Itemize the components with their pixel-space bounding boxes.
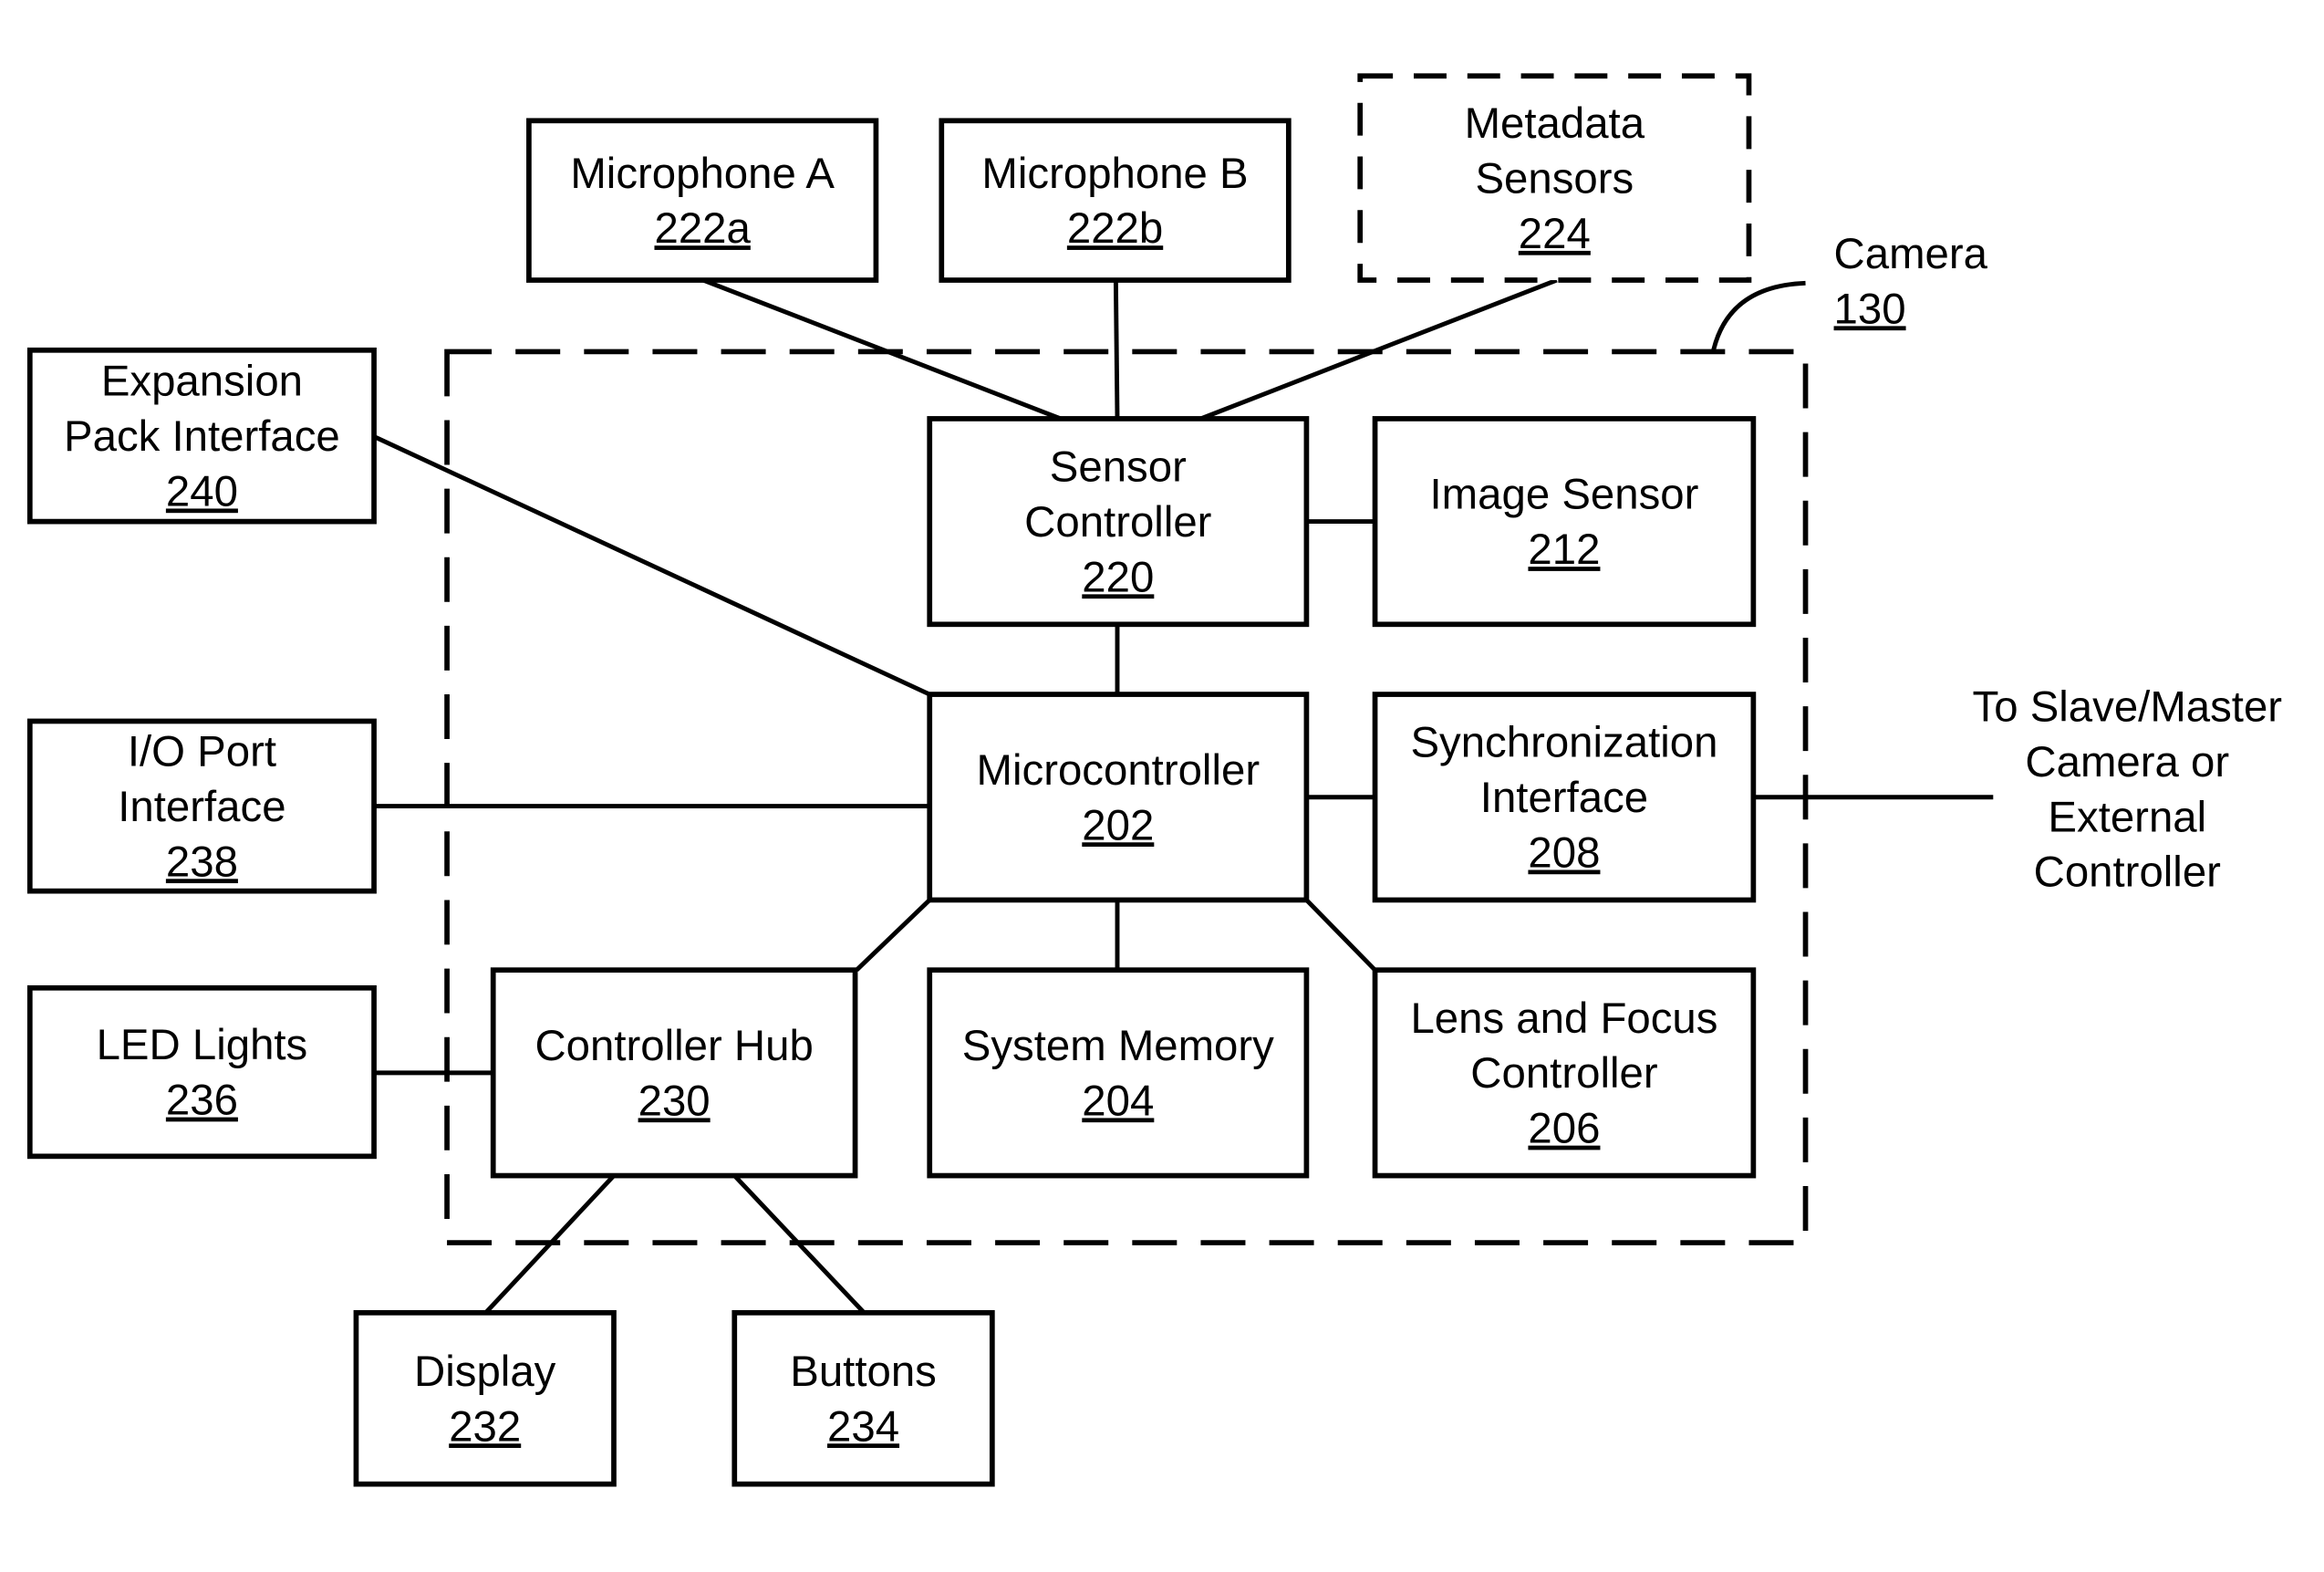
block-border: [939, 118, 1292, 283]
block-image-sensor[interactable]: Image Sensor 212: [1372, 416, 1757, 628]
block-border: [353, 1309, 617, 1487]
block-ref-number: 222b: [1067, 204, 1163, 253]
block-microcontroller[interactable]: Microcontroller 202: [927, 692, 1310, 903]
block-led-lights[interactable]: LED Lights 236: [26, 984, 377, 1160]
block-ref-number: 232: [449, 1402, 521, 1451]
block-ref-number: 240: [166, 467, 238, 515]
external-destination-label: To Slave/Master Camera or External Contr…: [1973, 682, 2283, 896]
block-ref-number: 206: [1528, 1105, 1600, 1153]
block-ref-number: 212: [1528, 526, 1600, 574]
external-label-line: To Slave/Master: [1973, 682, 2283, 731]
block-ref-number: 208: [1528, 829, 1600, 878]
camera-block-diagram: Microphone A 222a Microphone B 222b Metada…: [26, 73, 2283, 1487]
block-ref-number: 238: [166, 838, 238, 886]
block-ref-number: 202: [1082, 801, 1154, 849]
block-label: Microcontroller: [977, 746, 1261, 795]
block-label: Microphone A: [570, 150, 835, 198]
block-label: Pack Interface: [64, 412, 340, 461]
block-microphone-a[interactable]: Microphone A 222a: [526, 118, 879, 283]
external-label-line: Controller: [2034, 848, 2221, 897]
block-label: Display: [414, 1348, 556, 1396]
block-expansion-pack-interface[interactable]: Expansion Pack Interface 240: [26, 347, 377, 525]
block-ref-number: 224: [1519, 210, 1591, 258]
block-ref-number: 234: [827, 1402, 899, 1451]
block-ref-number: 220: [1082, 553, 1154, 601]
camera-ref: 130: [1834, 285, 1906, 333]
block-label: Controller: [1024, 498, 1211, 547]
block-controller-hub[interactable]: Controller Hub 230: [490, 967, 858, 1179]
wire-micro-hub: [855, 898, 931, 972]
block-label: Controller: [1470, 1049, 1657, 1098]
block-metadata-sensors[interactable]: Metadata Sensors 224: [1357, 73, 1752, 283]
block-border: [927, 967, 1310, 1179]
block-label: Microphone B: [981, 150, 1248, 198]
block-border: [490, 967, 858, 1179]
block-io-port-interface[interactable]: I/O Port Interface 238: [26, 718, 377, 894]
wire-mic-b-sensor-ctrl: [1113, 280, 1120, 419]
block-label: Expansion: [101, 358, 303, 406]
block-label: I/O Port: [128, 727, 276, 776]
block-label: Synchronization: [1410, 719, 1717, 767]
block-label: Interface: [1480, 774, 1648, 822]
block-label: Controller Hub: [534, 1022, 813, 1070]
block-border: [26, 984, 377, 1160]
block-label: Buttons: [790, 1348, 937, 1396]
block-synchronization-interface[interactable]: Synchronization Interface 208: [1372, 692, 1757, 903]
camera-leader-line: [1710, 280, 1806, 352]
block-ref-number: 204: [1082, 1077, 1154, 1125]
block-buttons[interactable]: Buttons 234: [731, 1309, 995, 1487]
block-label: System Memory: [962, 1022, 1274, 1070]
camera-label: Camera: [1834, 230, 1988, 278]
block-label: Sensor: [1050, 443, 1187, 492]
block-label: Image Sensor: [1430, 471, 1699, 519]
wire-micro-lens: [1304, 898, 1377, 972]
block-lens-focus-controller[interactable]: Lens and Focus Controller 206: [1372, 967, 1757, 1179]
block-microphone-b[interactable]: Microphone B 222b: [939, 118, 1292, 283]
block-border: [526, 118, 879, 283]
external-label-line: External: [2048, 793, 2206, 841]
block-label: Lens and Focus: [1410, 994, 1717, 1043]
block-system-memory[interactable]: System Memory 204: [927, 967, 1310, 1179]
block-border: [927, 692, 1310, 903]
block-ref-number: 236: [166, 1077, 238, 1125]
block-ref-number: 230: [638, 1077, 711, 1125]
block-label: Interface: [118, 783, 285, 831]
block-border: [731, 1309, 995, 1487]
block-label: LED Lights: [97, 1021, 308, 1069]
wire-expansion-micro: [373, 434, 931, 697]
block-label: Metadata: [1465, 99, 1645, 148]
block-ref-number: 222a: [654, 204, 751, 253]
block-border: [1372, 416, 1757, 628]
block-display[interactable]: Display 232: [353, 1309, 617, 1487]
external-label-line: Camera or: [2025, 738, 2229, 786]
block-sensor-controller[interactable]: Sensor Controller 220: [927, 416, 1310, 628]
block-label: Sensors: [1475, 154, 1634, 203]
